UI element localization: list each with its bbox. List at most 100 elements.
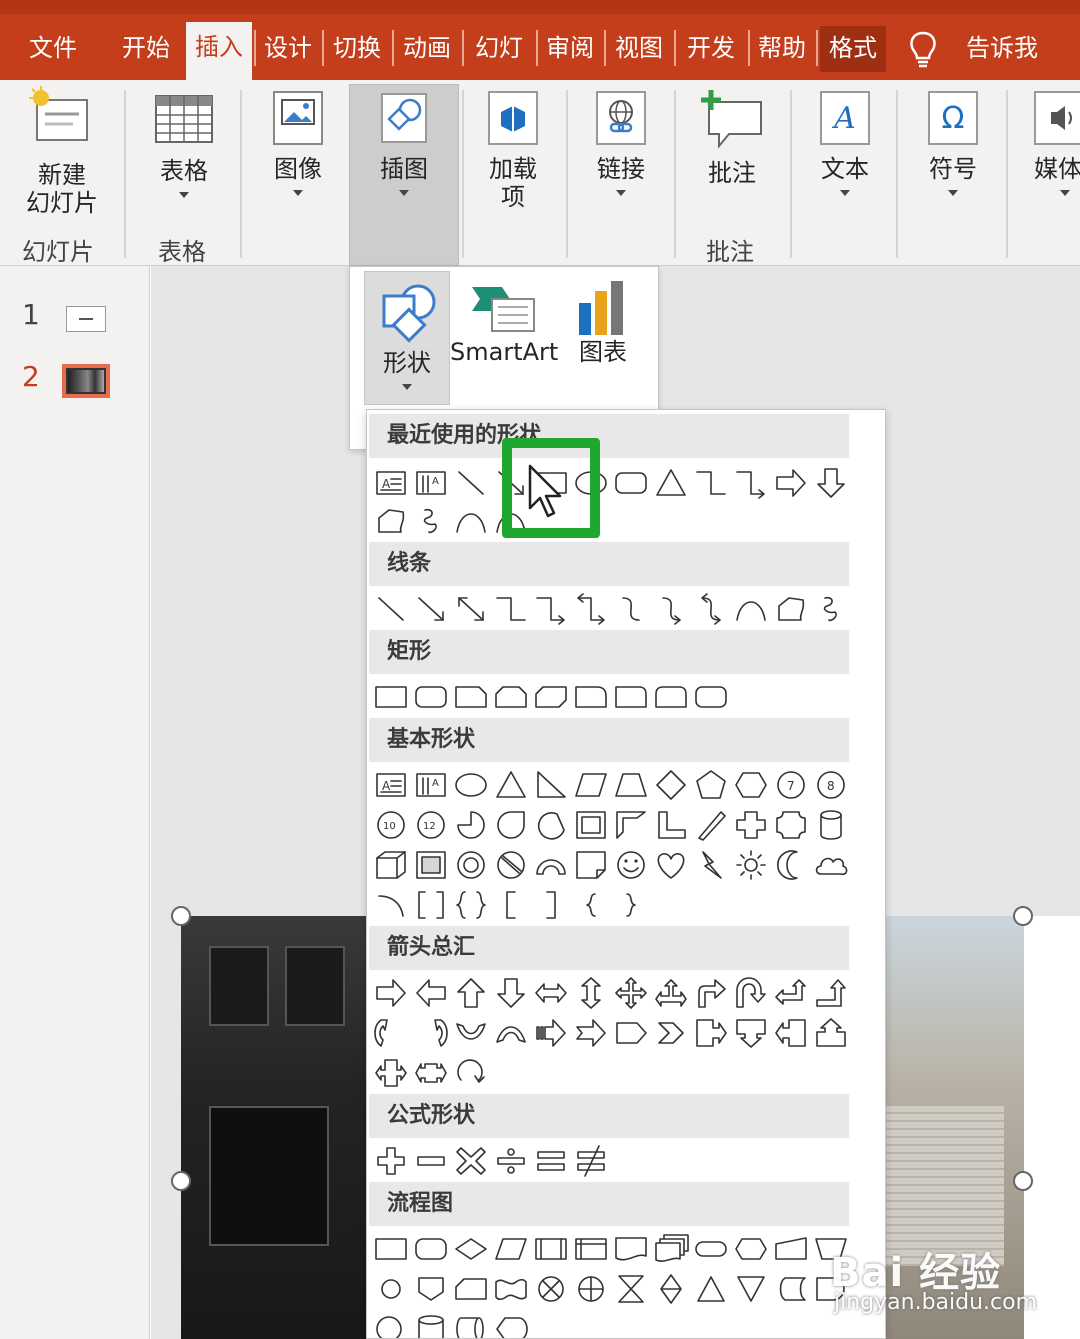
shape-arr-d-icon[interactable]: [811, 464, 851, 502]
shape-f-merge-icon[interactable]: [731, 1270, 771, 1308]
shape-cloud-icon[interactable]: [811, 846, 851, 884]
shape-diag-icon[interactable]: [691, 806, 731, 844]
shape-scribble-icon[interactable]: [811, 590, 851, 628]
shape-f-internal-icon[interactable]: [571, 1230, 611, 1268]
shape-f-prep-icon[interactable]: [731, 1230, 771, 1268]
shape-arr-notched-icon[interactable]: [571, 1014, 611, 1052]
tab-format[interactable]: 格式: [820, 26, 886, 72]
shape-line-icon[interactable]: [371, 590, 411, 628]
shape-f-direct-icon[interactable]: [451, 1310, 491, 1338]
shape-snipd-icon[interactable]: [531, 678, 571, 716]
tab-file[interactable]: 文件: [18, 26, 88, 72]
shape-chord-icon[interactable]: [531, 806, 571, 844]
shape-elbowarr-icon[interactable]: [531, 590, 571, 628]
shape-arr-c-u-icon[interactable]: [451, 1014, 491, 1052]
shape-lshape-icon[interactable]: [651, 806, 691, 844]
shape-elbowarr-icon[interactable]: [731, 464, 771, 502]
shape-halfframe-icon[interactable]: [611, 806, 651, 844]
shape-arr-l-icon[interactable]: [411, 974, 451, 1012]
shape-curvedbl-icon[interactable]: [691, 590, 731, 628]
shape-pent-icon[interactable]: [691, 766, 731, 804]
shape-freeform-icon[interactable]: [371, 502, 411, 540]
shape-rr2-icon[interactable]: [651, 678, 691, 716]
tab-transitions[interactable]: 切换: [326, 26, 388, 72]
shape-f-process-icon[interactable]: [371, 1230, 411, 1268]
shape-f-doc-icon[interactable]: [611, 1230, 651, 1268]
tab-review[interactable]: 审阅: [540, 26, 600, 72]
shape-callout-r-icon[interactable]: [691, 1014, 731, 1052]
shape-arr-c-d-icon[interactable]: [491, 1014, 531, 1052]
shape-sniprr-icon[interactable]: [571, 678, 611, 716]
text-button[interactable]: A 文本: [804, 88, 886, 196]
shapes-gallery-button[interactable]: 形状: [364, 271, 450, 405]
shape-minus-icon[interactable]: [411, 1142, 451, 1180]
shape-moon-icon[interactable]: [771, 846, 811, 884]
shape-arr-r-icon[interactable]: [771, 464, 811, 502]
shape-pentagon-icon[interactable]: [611, 1014, 651, 1052]
media-button[interactable]: 媒体: [1026, 88, 1080, 196]
shape-smiley-icon[interactable]: [611, 846, 651, 884]
shape-rtri-icon[interactable]: [531, 766, 571, 804]
comment-button[interactable]: 批注: [688, 88, 776, 188]
shape-f-tape-icon[interactable]: [491, 1270, 531, 1308]
shape-dblarrow-icon[interactable]: [451, 590, 491, 628]
shape-arr-bent-icon[interactable]: [691, 974, 731, 1012]
shape-pie-icon[interactable]: [451, 806, 491, 844]
shape-equal-icon[interactable]: [531, 1142, 571, 1180]
shape-dbrace-icon[interactable]: [451, 886, 491, 924]
shape-dec-icon[interactable]: 10: [371, 806, 411, 844]
shape-rbrace-icon[interactable]: [611, 886, 651, 924]
symbols-button[interactable]: Ω 符号: [910, 88, 996, 196]
shape-callout-l-r-icon[interactable]: [371, 1054, 411, 1092]
shape-folded-icon[interactable]: [571, 846, 611, 884]
shape-cube-icon[interactable]: [371, 846, 411, 884]
smartart-button[interactable]: SmartArt: [450, 277, 558, 367]
shape-f-alt-icon[interactable]: [411, 1230, 451, 1268]
shape-callout-quad-icon[interactable]: [411, 1054, 451, 1092]
shape-f-manual-icon[interactable]: [771, 1230, 811, 1268]
shape-arr-l-u-icon[interactable]: [771, 974, 811, 1012]
shape-ellipse-icon[interactable]: [451, 766, 491, 804]
shape-f-or-icon[interactable]: [571, 1270, 611, 1308]
shape-arr-u-d-icon[interactable]: [571, 974, 611, 1012]
shape-f-offpage-icon[interactable]: [411, 1270, 451, 1308]
shape-callout-d-icon[interactable]: [731, 1014, 771, 1052]
shape-callout-l-icon[interactable]: [771, 1014, 811, 1052]
shape-can-icon[interactable]: [811, 806, 851, 844]
table-button[interactable]: 表格: [136, 90, 232, 198]
shape-f-decision-icon[interactable]: [451, 1230, 491, 1268]
shape-rr1-icon[interactable]: [611, 678, 651, 716]
shape-tri-icon[interactable]: [491, 766, 531, 804]
shape-plus-icon[interactable]: [371, 1142, 411, 1180]
shape-f-junction-icon[interactable]: [531, 1270, 571, 1308]
shape-callout-u-icon[interactable]: [811, 1014, 851, 1052]
shape-arr-d-icon[interactable]: [491, 974, 531, 1012]
shape-f-seq-icon[interactable]: [371, 1310, 411, 1338]
shape-notequal-icon[interactable]: [571, 1142, 611, 1180]
tell-me-search[interactable]: 告诉我: [952, 26, 1052, 72]
shape-arrowline-icon[interactable]: [411, 590, 451, 628]
shape-f-multi-icon[interactable]: [651, 1230, 691, 1268]
shape-f-mag-disk-icon[interactable]: [411, 1310, 451, 1338]
shape-vtextbox-icon[interactable]: A: [411, 464, 451, 502]
shape-elbow-icon[interactable]: [691, 464, 731, 502]
shape-tear-icon[interactable]: [491, 806, 531, 844]
tab-developer[interactable]: 开发: [678, 26, 744, 72]
shape-arr-l-r-icon[interactable]: [531, 974, 571, 1012]
images-button[interactable]: 图像: [252, 88, 344, 196]
shape-divide-icon[interactable]: [491, 1142, 531, 1180]
shape-arr-uturn-icon[interactable]: [731, 974, 771, 1012]
shape-cross-icon[interactable]: [731, 806, 771, 844]
shape-arr-r-icon[interactable]: [371, 974, 411, 1012]
shape-arr-l-r-u-icon[interactable]: [651, 974, 691, 1012]
tab-animations[interactable]: 动画: [396, 26, 458, 72]
shape-arr-c-r-icon[interactable]: [371, 1014, 411, 1052]
shape-curvearr-icon[interactable]: [651, 590, 691, 628]
new-slide-button[interactable]: 新建 幻灯片: [8, 86, 116, 218]
addins-button[interactable]: 加载 项: [472, 88, 554, 212]
chart-button[interactable]: 图表: [564, 277, 642, 367]
shape-arr-u-icon[interactable]: [451, 974, 491, 1012]
shape-trap-icon[interactable]: [611, 766, 651, 804]
shape-f-data-icon[interactable]: [491, 1230, 531, 1268]
illustrations-button[interactable]: 插图: [354, 88, 454, 196]
